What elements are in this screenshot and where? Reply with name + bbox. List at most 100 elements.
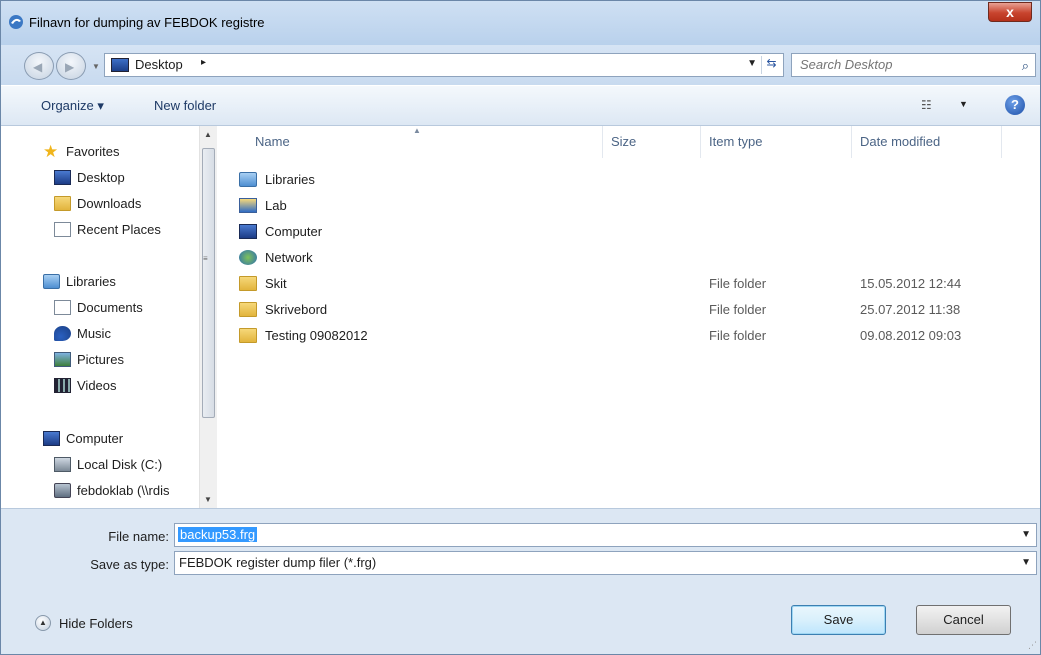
collapse-up-icon: ▲: [35, 615, 51, 631]
scroll-down-icon[interactable]: ▼: [204, 495, 212, 504]
file-list: ▲ Name Size Item type Date modified Libr…: [217, 126, 1040, 508]
item-date: 15.05.2012 12:44: [860, 276, 962, 291]
column-header-date[interactable]: Date modified: [860, 134, 940, 149]
column-header-name[interactable]: Name: [255, 134, 290, 149]
filename-value[interactable]: backup53.frg: [178, 527, 258, 542]
item-type: File folder: [709, 328, 767, 343]
desktop-icon: [54, 170, 71, 185]
column-divider[interactable]: [700, 126, 701, 158]
nav-label: Videos: [77, 378, 117, 393]
hide-folders-label: Hide Folders: [59, 616, 133, 631]
nav-label: Favorites: [66, 144, 120, 159]
save-form: File name: backup53.frg ▼ Save as type: …: [1, 508, 1040, 654]
address-chevron-icon[interactable]: ▸: [201, 57, 206, 68]
list-item[interactable]: Computer: [217, 220, 1040, 244]
column-header-size[interactable]: Size: [611, 134, 636, 149]
item-name: Testing 09082012: [265, 328, 368, 343]
help-icon[interactable]: ?: [1005, 95, 1025, 115]
scroll-up-icon[interactable]: ▲: [204, 130, 212, 139]
star-icon: ★: [43, 142, 59, 161]
forward-button[interactable]: ▶: [56, 52, 86, 80]
item-name: Skrivebord: [265, 302, 328, 317]
list-item[interactable]: Testing 09082012 File folder 09.08.2012 …: [217, 324, 1040, 348]
recent-places-icon: [54, 222, 71, 237]
nav-scrollbar[interactable]: ▲ ≡ ▼: [199, 126, 217, 508]
command-bar: Organize ▾ New folder ☷ ▼ ?: [1, 85, 1040, 126]
close-button[interactable]: x: [988, 2, 1032, 22]
item-date: 09.08.2012 09:03: [860, 328, 962, 343]
address-location[interactable]: Desktop: [135, 57, 183, 72]
lab-library-icon: [239, 198, 257, 213]
folder-icon: [239, 276, 257, 291]
document-icon: [54, 300, 71, 315]
local-disk-icon: [54, 457, 71, 472]
item-type: File folder: [709, 276, 767, 291]
resize-grip-icon[interactable]: ⋰: [1028, 640, 1037, 651]
item-name: Lab: [265, 198, 287, 213]
nav-label: Music: [77, 326, 111, 341]
column-header-type[interactable]: Item type: [709, 134, 762, 149]
item-name: Skit: [265, 276, 287, 291]
item-name: Computer: [265, 224, 323, 239]
library-icon: [239, 172, 257, 187]
desktop-icon: [111, 58, 129, 72]
save-dialog-window: Filnavn for dumping av FEBDOK registre x…: [0, 0, 1041, 655]
new-folder-button[interactable]: New folder: [154, 98, 216, 113]
column-divider[interactable]: [851, 126, 852, 158]
search-icon[interactable]: ⌕: [1022, 58, 1029, 74]
network-drive-icon: [54, 483, 71, 498]
back-arrow-icon: ◀: [33, 60, 43, 74]
savetype-select[interactable]: FEBDOK register dump filer (*.frg) ▼: [174, 551, 1037, 575]
item-name: Network: [265, 250, 313, 265]
videos-icon: [54, 378, 71, 393]
view-dropdown-icon[interactable]: ▼: [959, 99, 968, 109]
computer-icon: [43, 431, 60, 446]
search-box[interactable]: ⌕: [791, 53, 1036, 77]
save-button[interactable]: Save: [791, 605, 886, 635]
library-icon: [43, 274, 60, 289]
filename-field[interactable]: backup53.frg ▼: [174, 523, 1037, 547]
list-item[interactable]: Lab: [217, 194, 1040, 218]
forward-arrow-icon: ▶: [65, 60, 75, 74]
title-bar[interactable]: Filnavn for dumping av FEBDOK registre x: [1, 1, 1040, 45]
column-divider[interactable]: [1001, 126, 1002, 158]
folder-icon: [239, 328, 257, 343]
list-item[interactable]: Skit File folder 15.05.2012 12:44: [217, 272, 1040, 296]
refresh-button[interactable]: ⇆: [761, 56, 781, 74]
computer-icon: [239, 224, 257, 239]
view-options-icon[interactable]: ☷: [921, 98, 932, 112]
window-title: Filnavn for dumping av FEBDOK registre: [29, 15, 265, 30]
nav-label: Downloads: [77, 196, 142, 211]
music-icon: [54, 326, 71, 341]
pictures-icon: [54, 352, 71, 367]
scrollbar-thumb[interactable]: [202, 148, 215, 418]
address-row: ◀ ▶ ▼ Desktop ▸ ▼ ⇆ ⌕: [1, 45, 1040, 85]
downloads-folder-icon: [54, 196, 71, 211]
network-icon: [239, 250, 257, 265]
nav-label: Recent Places: [77, 222, 161, 237]
cancel-button[interactable]: Cancel: [916, 605, 1011, 635]
nav-label: Pictures: [77, 352, 124, 367]
filename-dropdown-icon[interactable]: ▼: [1021, 529, 1031, 540]
nav-label: Computer: [66, 431, 124, 446]
column-divider[interactable]: [602, 126, 603, 158]
back-button[interactable]: ◀: [24, 52, 54, 80]
savetype-value[interactable]: FEBDOK register dump filer (*.frg): [179, 555, 376, 570]
nav-label: Libraries: [66, 274, 116, 289]
list-item[interactable]: Skrivebord File folder 25.07.2012 11:38: [217, 298, 1040, 322]
item-name: Libraries: [265, 172, 315, 187]
nav-label: Documents: [77, 300, 143, 315]
savetype-dropdown-icon[interactable]: ▼: [1021, 557, 1031, 568]
address-dropdown-icon[interactable]: ▼: [747, 58, 757, 69]
list-item[interactable]: Libraries: [217, 168, 1040, 192]
sort-arrow-icon: ▲: [413, 126, 421, 135]
address-bar[interactable]: Desktop ▸ ▼ ⇆: [104, 53, 784, 77]
item-date: 25.07.2012 11:38: [860, 302, 961, 317]
nav-label: febdoklab (\\rdis: [77, 483, 170, 498]
recent-locations-dropdown[interactable]: ▼: [92, 62, 100, 71]
nav-label: Desktop: [77, 170, 125, 185]
search-input[interactable]: [800, 57, 1000, 72]
organize-button[interactable]: Organize ▾: [41, 98, 104, 114]
app-icon: [9, 15, 23, 29]
list-item[interactable]: Network: [217, 246, 1040, 270]
